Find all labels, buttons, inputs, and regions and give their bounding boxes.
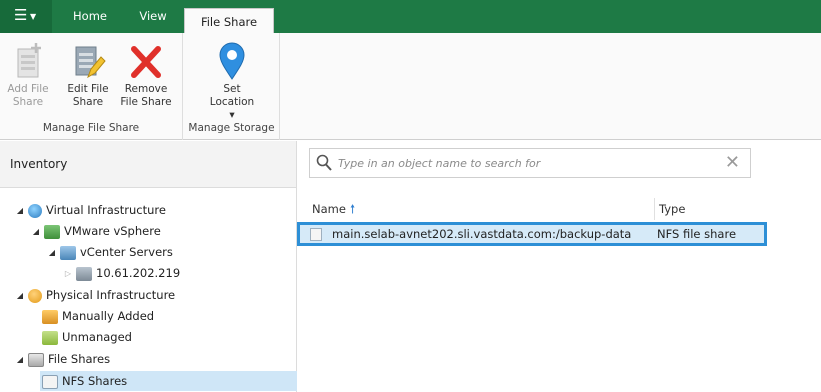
tree-node-label: vCenter Servers <box>80 245 173 259</box>
tree-node-label: Virtual Infrastructure <box>46 203 166 217</box>
inventory-title: Inventory <box>10 157 68 171</box>
physical-infrastructure-icon <box>28 288 42 303</box>
tree-expanded-icon[interactable]: ◢ <box>30 222 42 242</box>
column-header-name-label: Name <box>312 202 346 216</box>
ribbon-tab-bar: ☰ ▼ Home View File Share <box>0 0 821 38</box>
tree-expanded-icon[interactable]: ◢ <box>46 243 58 263</box>
column-header-name[interactable]: Name 🠕 <box>312 198 355 220</box>
column-header-type[interactable]: Type <box>654 198 685 220</box>
tree-node-manually-added[interactable]: Manually Added <box>40 306 154 326</box>
remove-x-icon <box>128 41 164 81</box>
ribbon-group-manage-file-share: Add File Share Edit File Share Remove Fi… <box>0 33 183 140</box>
ribbon-group-manage-storage: Set Location ▾ Manage Storage <box>184 33 280 140</box>
table-row[interactable]: main.selab-avnet202.sli.vastdata.com:/ba… <box>297 222 767 246</box>
inventory-header: Inventory <box>0 141 297 188</box>
add-file-share-label-2: Share <box>12 96 44 108</box>
search-box: ✕ <box>309 148 751 178</box>
vcenter-icon <box>60 245 76 260</box>
tree-node-vcenter-servers[interactable]: ◢ vCenter Servers <box>46 242 173 262</box>
file-shares-icon <box>28 352 44 367</box>
tree-node-virtual-infrastructure[interactable]: ◢ Virtual Infrastructure <box>14 200 166 220</box>
search-input[interactable] <box>338 153 718 173</box>
set-location-button[interactable]: Set Location ▾ <box>206 41 258 122</box>
tab-home[interactable]: Home <box>60 0 120 33</box>
chevron-down-icon: ▼ <box>30 12 37 21</box>
remove-file-share-button[interactable]: Remove File Share <box>120 41 172 109</box>
tree-node-label: Manually Added <box>62 309 155 323</box>
nfs-share-icon <box>42 374 58 389</box>
set-location-label-1: Set <box>223 83 241 95</box>
ribbon-group-label: Manage Storage <box>188 122 275 134</box>
edit-file-share-button[interactable]: Edit File Share <box>62 41 114 109</box>
set-location-label-2: Location ▾ <box>209 96 255 121</box>
add-file-share-icon <box>10 41 46 81</box>
sort-ascending-icon: 🠕 <box>349 202 356 216</box>
tree-node-nfs-shares[interactable]: NFS Shares <box>40 371 297 391</box>
search-icon <box>316 154 332 172</box>
vsphere-icon <box>44 224 60 239</box>
virtual-infrastructure-icon <box>28 203 42 218</box>
tab-view[interactable]: View <box>124 0 182 33</box>
tree-node-label: Unmanaged <box>62 330 132 344</box>
tree-node-unmanaged[interactable]: Unmanaged <box>40 327 132 347</box>
tree-node-label: VMware vSphere <box>64 224 161 238</box>
ribbon-group-label: Manage File Share <box>42 122 140 134</box>
nfs-share-icon <box>310 228 322 241</box>
ribbon: Add File Share Edit File Share Remove Fi… <box>0 33 821 140</box>
row-type-cell: NFS file share <box>657 227 737 241</box>
clear-search-icon[interactable]: ✕ <box>725 153 740 173</box>
edit-file-share-label-1: Edit File <box>67 83 109 95</box>
tree-node-physical-infrastructure[interactable]: ◢ Physical Infrastructure <box>14 285 175 305</box>
tree-expanded-icon[interactable]: ◢ <box>14 286 26 306</box>
main-menu-button[interactable]: ☰ ▼ <box>0 0 52 33</box>
tree-node-host[interactable]: ▷ 10.61.202.219 <box>62 263 180 283</box>
add-file-share-label-1: Add File <box>7 83 49 95</box>
remove-file-share-label-1: Remove <box>124 83 168 95</box>
edit-file-share-icon <box>70 41 106 81</box>
tree-node-vmware-vsphere[interactable]: ◢ VMware vSphere <box>30 221 161 241</box>
unmanaged-icon <box>42 330 58 345</box>
tree-expanded-icon[interactable]: ◢ <box>14 201 26 221</box>
location-pin-icon <box>214 41 250 81</box>
row-name-cell: main.selab-avnet202.sli.vastdata.com:/ba… <box>332 227 632 241</box>
tree-node-label: File Shares <box>48 352 111 366</box>
host-icon <box>76 266 92 281</box>
edit-file-share-label-2: Share <box>72 96 104 108</box>
manually-added-icon <box>42 309 58 324</box>
tree-node-label: 10.61.202.219 <box>96 266 181 280</box>
add-file-share-button[interactable]: Add File Share <box>2 41 54 109</box>
inventory-tree[interactable]: ◢ Virtual Infrastructure ◢ VMware vSphere … <box>0 188 297 392</box>
hamburger-menu-icon: ☰ <box>14 6 28 24</box>
tree-node-file-shares[interactable]: ◢ File Shares <box>14 349 110 369</box>
tree-expanded-icon[interactable]: ◢ <box>14 350 26 370</box>
tree-node-label: NFS Shares <box>62 374 128 388</box>
tree-node-label: Physical Infrastructure <box>46 288 176 302</box>
remove-file-share-label-2: File Share <box>120 96 172 108</box>
tree-collapsed-icon[interactable]: ▷ <box>62 264 74 284</box>
